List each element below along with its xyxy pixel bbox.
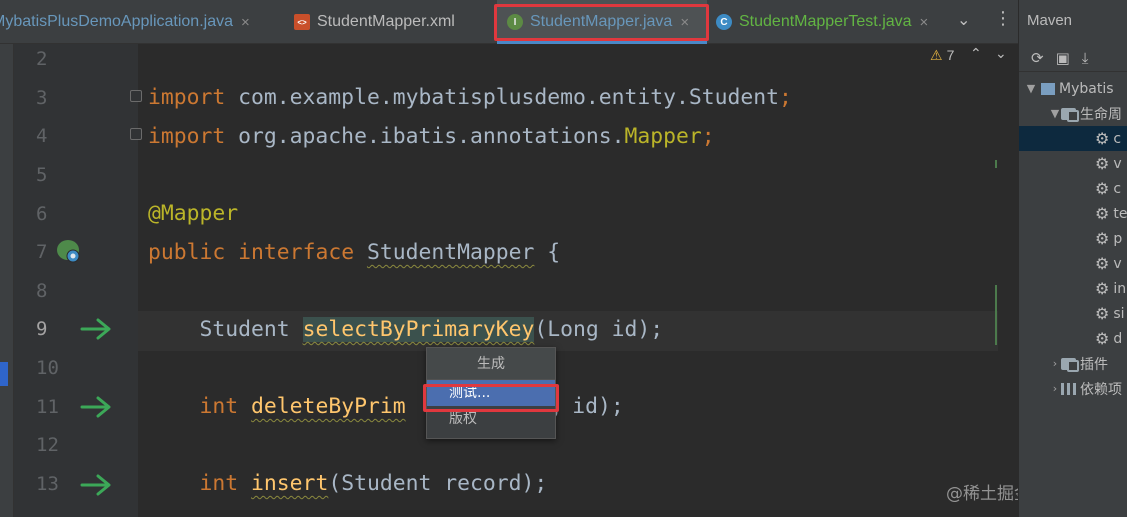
download-icon[interactable]: ⤓	[1082, 49, 1089, 67]
tab-label: StudentMapperTest.java	[739, 13, 912, 30]
code-line-6[interactable]: @Mapper	[148, 201, 238, 226]
line-number: 10	[36, 357, 59, 379]
tree-goal[interactable]: ⚙ d	[1019, 326, 1127, 351]
editor-gutter: 2 3 4 5 6 7 8 9 10 11 12 13	[14, 44, 152, 517]
folder-icon	[1061, 357, 1079, 372]
implemented-arrow-icon[interactable]	[80, 472, 114, 498]
gear-icon: ⚙	[1095, 304, 1110, 323]
tab-mybatis-plus-demo-application[interactable]: MybatisPlusDemoApplication.java ×	[0, 0, 290, 44]
dependencies-icon	[1061, 382, 1076, 395]
fold-icon[interactable]	[130, 128, 142, 140]
gear-icon: ⚙	[1095, 154, 1110, 173]
tab-label: MybatisPlusDemoApplication.java	[0, 13, 233, 30]
close-icon[interactable]: ×	[241, 14, 250, 31]
gear-icon: ⚙	[1095, 204, 1110, 223]
scroll-marker	[995, 160, 997, 168]
line-number: 13	[36, 473, 59, 495]
expand-icon[interactable]: ▼	[1025, 82, 1037, 95]
popup-title: 生成	[427, 348, 555, 380]
code-line-9[interactable]: Student selectByPrimaryKey(Long id);	[148, 317, 663, 342]
reload-icon[interactable]: ⟳	[1031, 49, 1044, 67]
tree-goal[interactable]: ⚙ v	[1019, 151, 1127, 176]
expand-icon[interactable]: ▼	[1049, 107, 1061, 120]
test-class-icon: C	[716, 14, 732, 30]
code-line-7[interactable]: public interface StudentMapper {	[148, 240, 560, 265]
tree-goal[interactable]: ⚙ te	[1019, 201, 1127, 226]
gear-icon: ⚙	[1095, 329, 1110, 348]
warning-icon: ⚠	[930, 47, 943, 63]
tree-lifecycle[interactable]: ▼ 生命周	[1019, 101, 1127, 126]
implemented-arrow-icon[interactable]	[80, 316, 114, 342]
gear-icon: ⚙	[1095, 179, 1110, 198]
scroll-marker	[995, 285, 997, 345]
add-project-icon[interactable]: ▣	[1056, 49, 1070, 67]
expand-icon[interactable]: ›	[1049, 357, 1061, 370]
close-icon[interactable]: ×	[920, 14, 929, 31]
maven-panel: Maven ⟳ ▣ ⤓ ▼ Mybatis ▼ 生命周 ⚙ c ⚙ v ⚙ c ⚙ te…	[1018, 0, 1127, 517]
line-number: 6	[36, 203, 48, 225]
tree-goal[interactable]: ⚙ in	[1019, 276, 1127, 301]
code-editor[interactable]: import com.example.mybatisplusdemo.entit…	[130, 44, 1018, 517]
maven-toolbar: ⟳ ▣ ⤓	[1019, 44, 1127, 72]
gear-icon: ⚙	[1095, 129, 1110, 148]
tree-root[interactable]: ▼ Mybatis	[1019, 76, 1127, 101]
mybatis-bird-icon[interactable]	[54, 236, 84, 266]
more-icon[interactable]: ⋮	[994, 8, 1012, 29]
xml-file-icon: <>	[294, 14, 310, 30]
line-number-current: 9	[36, 318, 48, 340]
line-number: 8	[36, 280, 48, 302]
tree-goal[interactable]: ⚙ c	[1019, 126, 1127, 151]
line-number: 4	[36, 125, 48, 147]
implemented-arrow-icon[interactable]	[80, 394, 114, 420]
gear-icon: ⚙	[1095, 229, 1110, 248]
left-tool-strip	[0, 44, 14, 517]
tree-goal[interactable]: ⚙ v	[1019, 251, 1127, 276]
maven-module-icon	[1041, 82, 1055, 95]
line-number: 12	[36, 434, 59, 456]
expand-icon[interactable]: ›	[1049, 382, 1061, 395]
tree-goal[interactable]: ⚙ p	[1019, 226, 1127, 251]
folder-icon	[1061, 107, 1079, 122]
code-line-3[interactable]: import com.example.mybatisplusdemo.entit…	[148, 85, 792, 110]
maven-title: Maven	[1027, 12, 1073, 29]
tab-student-mapper-test[interactable]: C StudentMapperTest.java ×	[716, 0, 948, 44]
tree-goal[interactable]: ⚙ si	[1019, 301, 1127, 326]
selection-marker	[0, 362, 8, 386]
tree-dependencies[interactable]: › 依赖项	[1019, 376, 1127, 401]
tab-student-mapper-xml[interactable]: <> StudentMapper.xml	[294, 0, 490, 44]
next-highlight-icon[interactable]: ⌄	[995, 46, 1007, 62]
line-number: 11	[36, 396, 59, 418]
gear-icon: ⚙	[1095, 279, 1110, 298]
line-number: 2	[36, 48, 48, 70]
tree-goal[interactable]: ⚙ c	[1019, 176, 1127, 201]
code-line-13[interactable]: int insert(Student record);	[148, 471, 548, 496]
tree-plugins[interactable]: › 插件	[1019, 351, 1127, 376]
code-line-4[interactable]: import org.apache.ibatis.annotations.Map…	[148, 124, 715, 149]
gear-icon: ⚙	[1095, 254, 1110, 273]
warning-count: 7	[946, 47, 955, 63]
fold-icon[interactable]	[130, 90, 142, 102]
chevron-down-icon[interactable]: ⌄	[957, 10, 970, 29]
highlight-box-tab	[494, 4, 709, 41]
prev-highlight-icon[interactable]: ⌃	[970, 46, 982, 62]
tab-label: StudentMapper.xml	[317, 13, 455, 30]
line-number: 3	[36, 87, 48, 109]
inspection-widget[interactable]: ⚠ 7	[930, 47, 954, 64]
line-number: 5	[36, 164, 48, 186]
highlight-box-test-item	[423, 384, 559, 412]
